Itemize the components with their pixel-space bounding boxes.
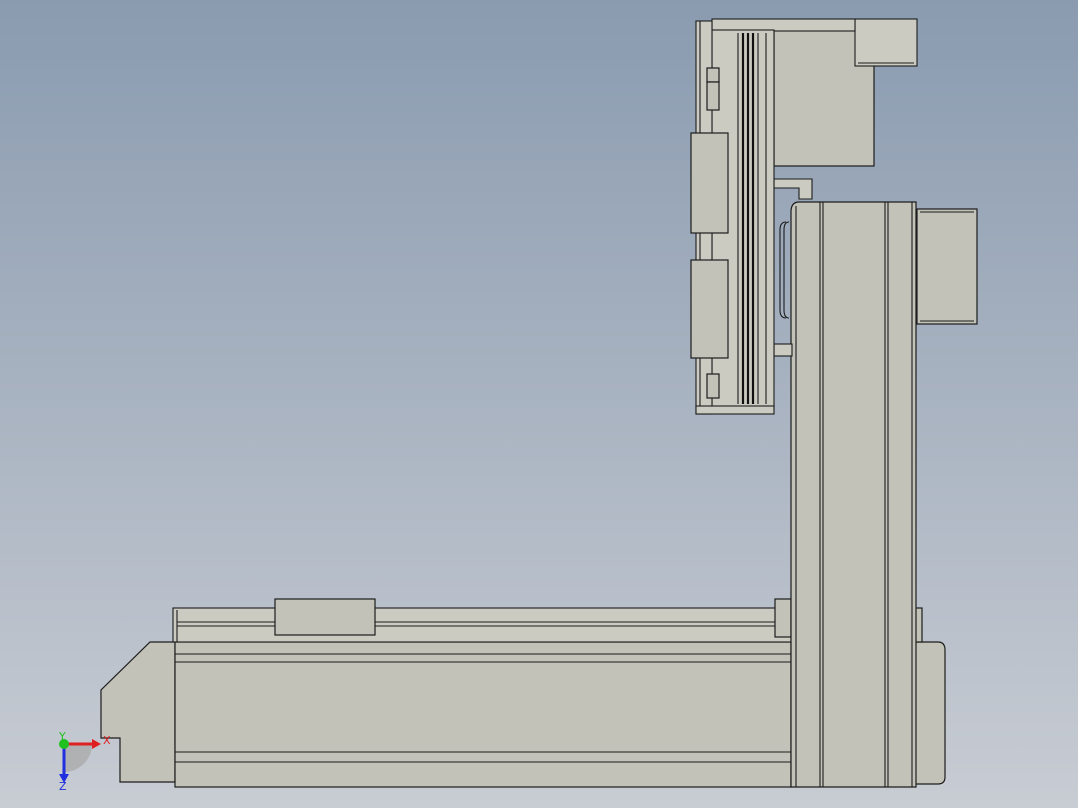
limit-sensor-top[interactable] bbox=[706, 67, 720, 83]
y-end-cap[interactable] bbox=[854, 18, 918, 67]
z-axis-profile[interactable] bbox=[790, 201, 917, 788]
x-axis-label: X bbox=[103, 734, 111, 747]
z-motor-box[interactable] bbox=[916, 208, 978, 325]
y-slider-block-upper[interactable] bbox=[690, 132, 729, 234]
x-axis-end-block[interactable] bbox=[774, 598, 792, 638]
x-axis-profile[interactable] bbox=[174, 641, 792, 788]
x-axis-cover[interactable] bbox=[172, 607, 792, 643]
y-bracket-bottom[interactable] bbox=[773, 343, 793, 357]
y-bottom-plate[interactable] bbox=[695, 405, 775, 415]
y-axis-label: Y bbox=[58, 730, 66, 743]
right-end-cap[interactable] bbox=[913, 641, 946, 785]
y-top-plate[interactable] bbox=[711, 18, 856, 32]
x-axis-carriage[interactable] bbox=[274, 598, 376, 636]
limit-sensor-top-body[interactable] bbox=[706, 81, 720, 111]
y-slider-block-lower[interactable] bbox=[690, 259, 729, 359]
graphics-viewport[interactable]: X Y Z bbox=[0, 0, 1078, 808]
model-view[interactable]: X Y Z bbox=[0, 0, 1078, 808]
z-axis-label: Z bbox=[59, 780, 67, 793]
limit-sensor-bottom[interactable] bbox=[706, 373, 720, 399]
